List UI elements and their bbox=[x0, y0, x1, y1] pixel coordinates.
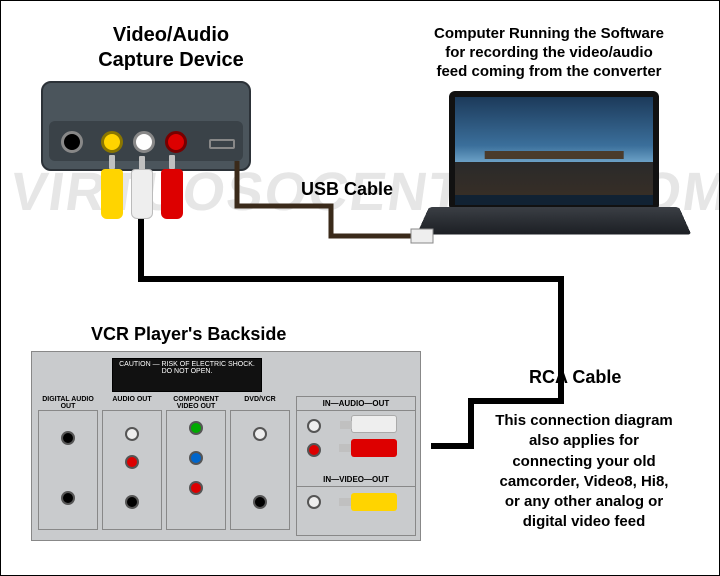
vcr-group-dvdvcr bbox=[230, 410, 290, 530]
computer-caption-l1: Computer Running the Software bbox=[434, 25, 664, 42]
mini-usb-port-icon bbox=[209, 139, 235, 149]
laptop-screen-icon bbox=[449, 91, 659, 211]
rca-plug-red-icon bbox=[161, 169, 183, 219]
dvdvcr-svideo-jack-icon bbox=[253, 495, 267, 509]
dock-icon bbox=[485, 151, 624, 159]
laptop-wallpaper-icon bbox=[455, 97, 653, 205]
rca-plug-yellow-icon bbox=[101, 169, 123, 219]
audio-white-port-icon bbox=[133, 131, 155, 153]
vcr-backside-label: VCR Player's Backside bbox=[91, 323, 286, 346]
computer-caption-l3: feed coming from the converter bbox=[436, 63, 661, 80]
rca-cable-label: RCA Cable bbox=[529, 366, 621, 389]
av-video-header: IN—VIDEO—OUT bbox=[297, 473, 415, 487]
group-label-audio-out: AUDIO OUT bbox=[102, 396, 162, 403]
vcr-group-digital-audio bbox=[38, 410, 98, 530]
note-text: This connection diagram also applies for… bbox=[479, 411, 689, 533]
component-pr-jack-icon bbox=[189, 481, 203, 495]
capture-device-title: Video/Audio Capture Device bbox=[61, 23, 281, 73]
rca-out-white-plug-icon bbox=[351, 415, 397, 433]
dvdvcr-video-jack-icon bbox=[253, 427, 267, 441]
computer-caption-l2: for recording the video/audio bbox=[445, 44, 653, 61]
audio-out-red-jack-icon bbox=[125, 455, 139, 469]
rca-plug-white-icon bbox=[131, 169, 153, 219]
audio-red-port-icon bbox=[165, 131, 187, 153]
optical-jack-icon bbox=[61, 431, 75, 445]
vcr-av-out-group: IN—AUDIO—OUT IN—VIDEO—OUT bbox=[296, 396, 416, 536]
audio-out-white-jack-icon bbox=[125, 427, 139, 441]
capture-device-title-l2: Capture Device bbox=[98, 49, 244, 71]
vcr-group-audio-out bbox=[102, 410, 162, 530]
rca-out-yellow-plug-icon bbox=[351, 493, 397, 511]
group-label-component: COMPONENT VIDEO OUT bbox=[166, 396, 226, 410]
usb-cable-label: USB Cable bbox=[301, 178, 393, 201]
av-in-red-jack-icon bbox=[307, 443, 321, 457]
group-label-dvdvcr: DVD/VCR bbox=[230, 396, 290, 403]
vcr-group-component bbox=[166, 410, 226, 530]
computer-caption: Computer Running the Software for record… bbox=[409, 25, 689, 81]
taskbar-icon bbox=[455, 195, 653, 205]
av-in-video-jack-icon bbox=[307, 495, 321, 509]
vcr-back-panel-icon: CAUTION — RISK OF ELECTRIC SHOCK. DO NOT… bbox=[31, 351, 421, 541]
svideo-jack-icon bbox=[125, 495, 139, 509]
capture-device-title-l1: Video/Audio bbox=[113, 24, 229, 46]
av-audio-header: IN—AUDIO—OUT bbox=[297, 397, 415, 411]
component-y-jack-icon bbox=[189, 421, 203, 435]
diagram-canvas: VIRTUOSOCENTRAL.COM Video/Audio Capture … bbox=[0, 0, 720, 576]
svideo-port-icon bbox=[61, 131, 83, 153]
av-in-white-jack-icon bbox=[307, 419, 321, 433]
laptop-icon bbox=[429, 91, 679, 251]
capture-device-icon bbox=[41, 81, 251, 171]
composite-yellow-port-icon bbox=[101, 131, 123, 153]
coaxial-jack-icon bbox=[61, 491, 75, 505]
laptop-keyboard-icon bbox=[417, 207, 692, 235]
caution-label-icon: CAUTION — RISK OF ELECTRIC SHOCK. DO NOT… bbox=[112, 358, 262, 392]
component-pb-jack-icon bbox=[189, 451, 203, 465]
group-label-digital-audio: DIGITAL AUDIO OUT bbox=[38, 396, 98, 410]
rca-out-red-plug-icon bbox=[351, 439, 397, 457]
